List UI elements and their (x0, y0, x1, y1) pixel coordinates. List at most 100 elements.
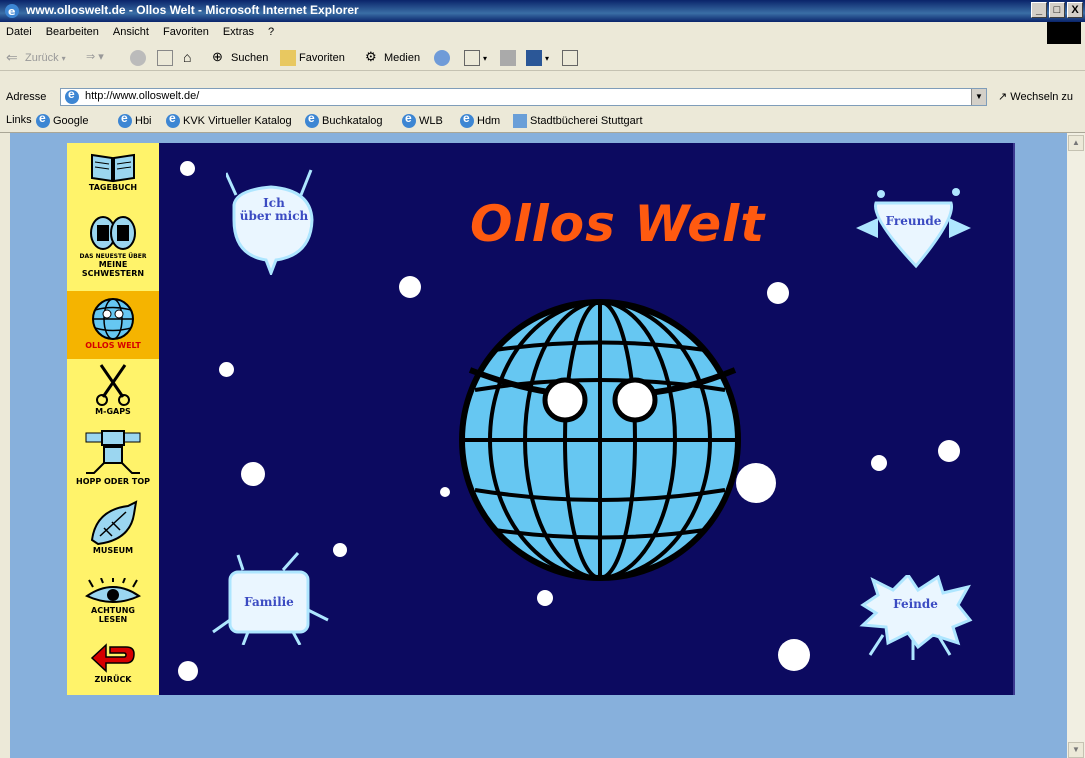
links-bar: Links Google Hbi KVK Virtueller Katalog … (0, 108, 1085, 133)
friends-icon (856, 188, 971, 269)
link-wlb[interactable]: WLB (402, 111, 443, 128)
history-icon (434, 50, 450, 66)
home-button[interactable]: ⌂ (183, 50, 199, 66)
page-icon (65, 87, 79, 104)
ie-logo-icon: e (5, 4, 19, 18)
link-buchkatalog[interactable]: Buchkatalog (305, 111, 383, 128)
nav-m-gaps[interactable]: M-GAPS (67, 363, 159, 425)
scroll-down-button[interactable]: ▼ (1068, 742, 1084, 758)
link-stadtbuecherei[interactable]: Stadtbücherei Stuttgart (513, 114, 643, 128)
refresh-icon (157, 50, 173, 66)
close-button[interactable]: X (1067, 2, 1083, 18)
nav-schwestern[interactable]: DAS NEUESTE ÜBER MEINE SCHWESTERN (67, 215, 159, 290)
star-dot (399, 276, 421, 298)
stop-button[interactable] (130, 50, 146, 66)
title-bar: e www.olloswelt.de - Ollos Welt - Micros… (0, 0, 1085, 22)
go-button[interactable]: ↗ Wechseln zu (998, 90, 1073, 103)
star-dot (178, 661, 198, 681)
enemies-bubble[interactable]: Feinde (858, 572, 973, 660)
media-icon: ⚙ (365, 49, 377, 64)
links-label: Links (6, 114, 32, 126)
vertical-scrollbar[interactable]: ▲ ▼ (1067, 133, 1085, 758)
back-arrow-icon (90, 643, 135, 673)
site-sidebar: TAGEBUCH DAS NEUESTE ÜBER MEINE SCHWESTE… (67, 143, 159, 695)
nav-tagebuch[interactable]: TAGEBUCH (67, 151, 159, 206)
friends-bubble[interactable]: Freunde (856, 188, 971, 270)
about-me-label-2: über mich (239, 209, 309, 223)
window-title: www.olloswelt.de - Ollos Welt - Microsof… (26, 3, 359, 17)
site-logo[interactable]: Ollos Welt (470, 195, 765, 253)
nav-museum[interactable]: MUSEUM (67, 500, 159, 568)
nav-achtung-lesen[interactable]: ACHTUNG LESEN (67, 578, 159, 636)
address-label: Adresse (6, 91, 47, 103)
star-dot (219, 362, 234, 377)
discuss-button[interactable] (562, 50, 578, 66)
menu-datei[interactable]: Datei (6, 26, 32, 38)
address-bar: Adresse http://www.olloswelt.de/ ▼ ↗ Wec… (0, 86, 1085, 109)
menu-help[interactable]: ? (268, 26, 274, 38)
star-dot (871, 455, 887, 471)
star-dot (537, 590, 553, 606)
print-button[interactable] (500, 50, 516, 66)
about-me-label-1: Ich (263, 196, 285, 210)
menu-bearbeiten[interactable]: Bearbeiten (46, 26, 99, 38)
nav-hopp-oder-top[interactable]: HOPP ODER TOP (67, 429, 159, 491)
toolbar: ⇐ Zurück ▾ ⇒ ▾ ⌂ ⊕ Suchen Favoriten ⚙ Med… (0, 44, 1085, 71)
ie-page-icon (166, 111, 180, 128)
refresh-button[interactable] (157, 50, 173, 66)
note-icon (562, 50, 578, 66)
search-icon: ⊕ (212, 49, 223, 64)
ie-page-icon (36, 111, 50, 128)
favorites-button[interactable]: Favoriten (280, 50, 345, 66)
home-icon: ⌂ (183, 49, 192, 65)
nav-zurueck[interactable]: ZURÜCK (67, 641, 159, 693)
menu-extras[interactable]: Extras (223, 26, 254, 38)
about-me-bubble[interactable]: Ich über mich (224, 165, 318, 278)
menu-favoriten[interactable]: Favoriten (163, 26, 209, 38)
enemies-icon (859, 572, 973, 660)
address-input[interactable]: http://www.olloswelt.de/ ▼ (60, 87, 987, 106)
star-dot (440, 487, 450, 497)
family-label: Familie (244, 595, 294, 609)
star-dot (333, 543, 347, 557)
nav-ollos-welt[interactable]: OLLOS WELT (67, 291, 159, 359)
menu-bar: Datei Bearbeiten Ansicht Favoriten Extra… (0, 22, 1085, 45)
back-button[interactable]: ⇐ Zurück ▾ (6, 50, 66, 66)
book-icon (91, 153, 135, 183)
ie-page-icon (305, 111, 319, 128)
history-button[interactable] (434, 50, 450, 66)
edit-button[interactable]: ▾ (526, 50, 549, 66)
friends-label: Freunde (885, 214, 942, 228)
stop-icon (130, 50, 146, 66)
mail-button[interactable]: ▾ (464, 50, 487, 66)
star-folder-icon (280, 50, 296, 66)
word-icon (526, 50, 542, 66)
media-button[interactable]: ⚙ Medien (365, 50, 420, 66)
forward-button[interactable]: ⇒ ▾ (86, 50, 104, 63)
link-hdm[interactable]: Hdm (460, 111, 500, 128)
eye-icon (84, 578, 142, 603)
ie-page-icon (402, 111, 416, 128)
windows-logo-icon (1047, 22, 1081, 44)
ie-page-icon (460, 111, 474, 128)
star-dot (778, 639, 810, 671)
mail-icon (464, 50, 480, 66)
star-dot (767, 282, 789, 304)
family-bubble[interactable]: Familie (208, 550, 333, 646)
star-dot (241, 462, 265, 486)
address-dropdown[interactable]: ▼ (971, 89, 986, 105)
robot-icon (85, 430, 141, 474)
link-kvk[interactable]: KVK Virtueller Katalog (166, 111, 292, 128)
ie-page-icon (118, 111, 132, 128)
link-hbi[interactable]: Hbi (118, 111, 152, 128)
fish-icon (90, 500, 138, 546)
star-dot (180, 161, 195, 176)
menu-ansicht[interactable]: Ansicht (113, 26, 149, 38)
globe-icon (459, 299, 741, 581)
minimize-button[interactable]: _ (1031, 2, 1047, 18)
scissors-icon (96, 364, 130, 406)
search-button[interactable]: ⊕ Suchen (212, 50, 268, 66)
link-google[interactable]: Google (36, 111, 88, 128)
scroll-up-button[interactable]: ▲ (1068, 135, 1084, 151)
maximize-button[interactable]: □ (1049, 2, 1065, 18)
